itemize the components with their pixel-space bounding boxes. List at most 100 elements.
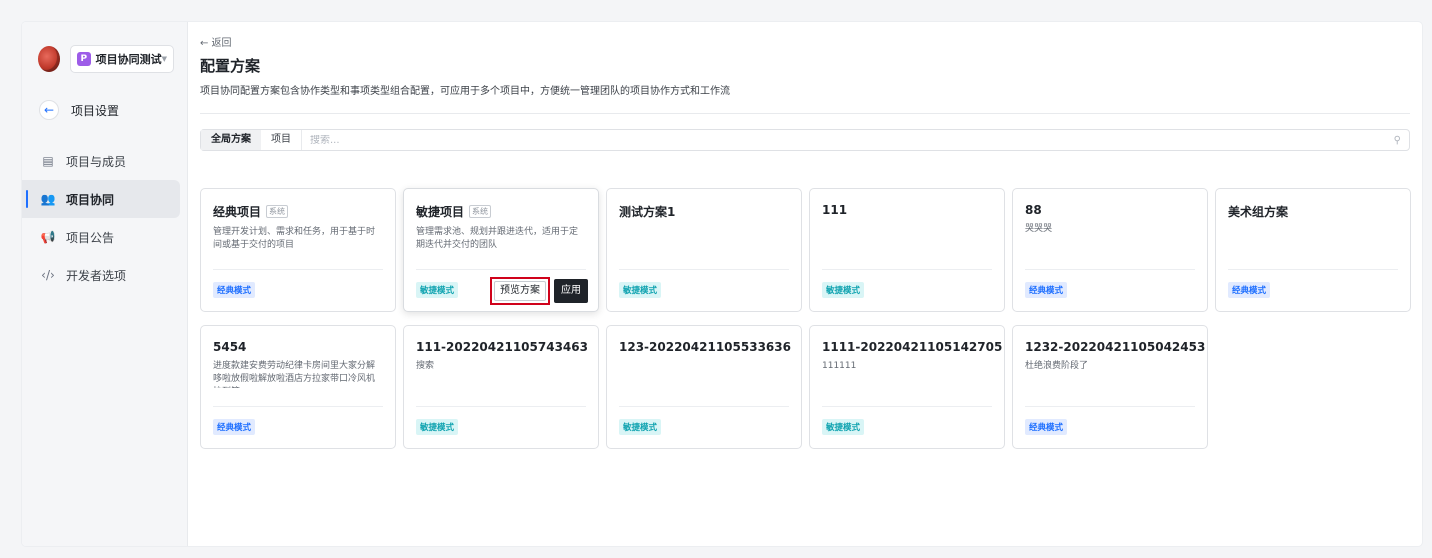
people-icon: 👥 [40,192,56,206]
project-selector[interactable]: P 项目协同测试 ▼ [70,45,174,73]
mode-tag: 敏捷模式 [822,282,865,298]
card-title-row: 111-20220421105743463 [416,340,588,354]
mode-tag: 敏捷模式 [416,282,459,298]
divider [1025,269,1195,270]
divider [822,269,992,270]
settings-label: 项目设置 [71,103,120,118]
search-box: ⚲ [301,130,1409,150]
scheme-card[interactable]: 1111-20220421105142705 111111 敏捷模式 [809,325,1005,449]
card-title-row: 111 [822,203,992,217]
card-title-row: 美术组方案 [1228,203,1398,220]
back-arrow-icon[interactable]: ← [39,100,59,120]
sidebar-item-members[interactable]: ▤ 项目与成员 [22,142,187,180]
card-description: 管理开发计划、需求和任务，用于基于时间或基于交付的项目 [213,227,376,250]
card-title-row: 5454 [213,340,383,354]
project-header: P 项目协同测试 ▼ [22,22,187,80]
tab-global-schemes[interactable]: 全局方案 [201,130,261,150]
card-description [1228,226,1398,254]
scheme-card[interactable]: 123-20220421105533636 敏捷模式 [606,325,802,449]
mode-tag: 敏捷模式 [619,419,662,435]
card-title: 美术组方案 [1228,205,1289,219]
search-icon[interactable]: ⚲ [1394,135,1401,146]
chevron-down-icon: ▼ [161,55,167,63]
scheme-card[interactable]: 88 哭哭哭 经典模式 [1012,188,1208,312]
sidebar-nav: ▤ 项目与成员 👥 项目协同 📢 项目公告 ‹/› 开发者选项 [22,142,187,294]
apply-button[interactable]: 应用 [554,279,588,303]
divider [416,406,586,407]
mode-tag: 敏捷模式 [619,282,662,298]
back-to-settings[interactable]: ← 项目设置 [22,80,187,120]
mode-tag: 经典模式 [1025,282,1068,298]
card-title-row: 123-20220421105533636 [619,340,791,354]
mode-tag: 经典模式 [1025,419,1068,435]
card-title: 111 [822,203,848,217]
sidebar-item-label: 开发者选项 [66,268,127,283]
card-description: 杜绝浪费阶段了 [1025,361,1089,371]
divider [416,269,586,270]
card-title-row: 测试方案1 [619,203,789,220]
scheme-card[interactable]: 1232-20220421105042453 杜绝浪费阶段了 经典模式 [1012,325,1208,449]
sidebar-item-developer[interactable]: ‹/› 开发者选项 [22,256,187,294]
card-title: 5454 [213,340,247,354]
card-title: 测试方案1 [619,205,676,219]
mode-tag: 经典模式 [1228,282,1271,298]
member-card-icon: ▤ [42,154,54,168]
back-link[interactable]: ← 返回 [200,34,1410,49]
search-input[interactable] [310,134,1394,146]
card-title-row: 敏捷项目 系统 [416,203,586,220]
divider [1228,269,1398,270]
mode-tag: 敏捷模式 [822,419,865,435]
scheme-card[interactable]: 111 敏捷模式 [809,188,1005,312]
divider [213,406,383,407]
code-icon: ‹/› [41,268,55,282]
divider [1025,406,1195,407]
mode-tag: 经典模式 [213,282,256,298]
preview-scheme-button[interactable]: 预览方案 [494,281,546,301]
mode-tag: 敏捷模式 [416,419,459,435]
sidebar-item-label: 项目与成员 [66,154,127,169]
app-window: P 项目协同测试 ▼ ← 项目设置 ▤ 项目与成员 👥 项目协同 📢 项目公告 [22,22,1422,546]
megaphone-icon: 📢 [40,230,56,244]
sidebar-item-collaboration[interactable]: 👥 项目协同 [22,180,180,218]
sidebar-item-label: 项目公告 [66,230,115,245]
scheme-card[interactable]: 美术组方案 经典模式 [1215,188,1411,312]
card-title-row: 88 [1025,203,1195,217]
card-description [822,223,992,251]
divider [619,406,789,407]
card-title-row: 1111-20220421105142705 [822,340,1002,354]
card-description [619,360,789,388]
page-title: 配置方案 [200,57,261,75]
divider [213,269,383,270]
system-tag: 系统 [266,205,289,218]
card-title: 1232-20220421105042453 [1025,340,1206,354]
divider [822,406,992,407]
card-description: 进度款建安费劳动纪律卡房间里大家分解哆啦放假啦解放啦酒店方拉家带口冷风机拉到筐.… [213,361,376,388]
scheme-card[interactable]: 测试方案1 敏捷模式 [606,188,802,312]
card-title: 1111-20220421105142705 [822,340,1003,354]
project-name: 项目协同测试 [95,53,162,66]
card-description: 搜索 [416,361,435,371]
divider [200,113,1410,114]
card-description: 管理需求池、规划并跟进迭代，适用于定期迭代并交付的团队 [416,227,579,250]
system-tag: 系统 [469,205,492,218]
project-logo [38,46,60,72]
card-description: 111111 [822,361,857,371]
project-badge-icon: P [77,52,91,66]
card-title: 经典项目 [213,205,262,219]
tab-project[interactable]: 项目 [261,130,301,150]
scheme-card[interactable]: 经典项目 系统 管理开发计划、需求和任务，用于基于时间或基于交付的项目 经典模式 [200,188,396,312]
card-title: 123-20220421105533636 [619,340,791,354]
card-description: 哭哭哭 [1025,224,1053,234]
sidebar-item-announcement[interactable]: 📢 项目公告 [22,218,187,256]
filter-bar: 全局方案 项目 ⚲ [200,129,1410,151]
card-title: 111-20220421105743463 [416,340,588,354]
scheme-card[interactable]: 5454 进度款建安费劳动纪律卡房间里大家分解哆啦放假啦解放啦酒店方拉家带口冷风… [200,325,396,449]
card-title-row: 1232-20220421105042453 [1025,340,1205,354]
main-content: ← 返回 配置方案 项目协同配置方案包含协作类型和事项类型组合配置，可应用于多个… [200,22,1411,546]
scheme-card[interactable]: 敏捷项目 系统 管理需求池、规划并跟进迭代，适用于定期迭代并交付的团队 敏捷模式… [403,188,599,312]
scheme-card[interactable]: 111-20220421105743463 搜索 敏捷模式 [403,325,599,449]
mode-tag: 经典模式 [213,419,256,435]
card-actions: 预览方案 应用 [490,277,588,305]
card-description [619,226,789,254]
highlight-box: 预览方案 [490,277,550,305]
